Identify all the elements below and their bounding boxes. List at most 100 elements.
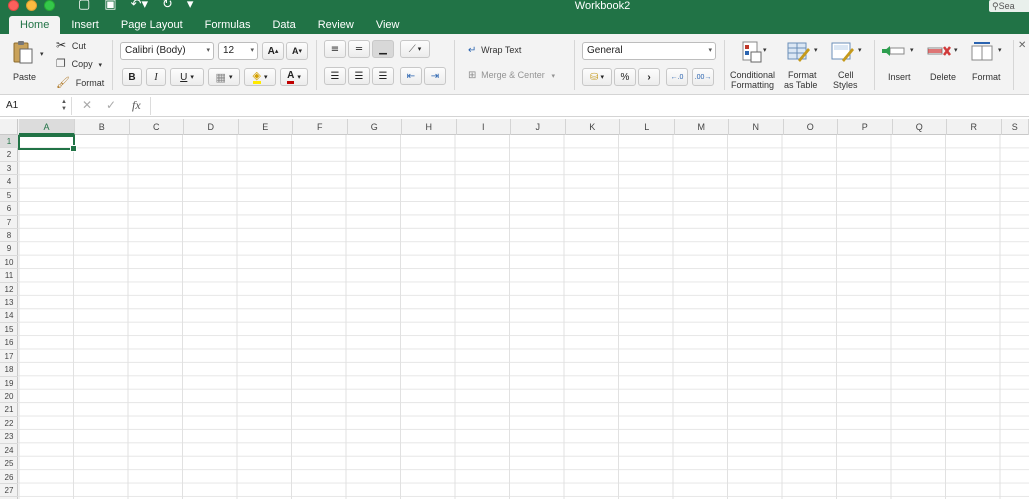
row-header-26[interactable]: 26 xyxy=(0,471,18,484)
insert-cells-button[interactable]: ▾ Insert xyxy=(880,38,920,88)
increase-indent-button[interactable]: ⇥ xyxy=(424,67,446,85)
decrease-indent-button[interactable]: ⇤ xyxy=(400,67,422,85)
paste-dropdown-icon[interactable]: ▾ xyxy=(40,50,44,58)
name-box-spinner-icon[interactable]: ▲ ▼ xyxy=(61,99,67,113)
tab-review[interactable]: Review xyxy=(307,16,365,34)
row-header-2[interactable]: 2 xyxy=(0,148,18,162)
column-header-g[interactable]: G xyxy=(348,119,402,135)
row-header-21[interactable]: 21 xyxy=(0,403,18,417)
row-header-3[interactable]: 3 xyxy=(0,162,18,176)
align-center-button[interactable]: ☰ xyxy=(348,67,370,85)
bold-button[interactable]: B xyxy=(122,68,142,86)
increase-decimal-button[interactable]: ←.0 xyxy=(666,68,688,86)
row-header-27[interactable]: 27 xyxy=(0,484,18,498)
borders-button[interactable]: ▦ ▾ xyxy=(208,68,240,86)
cell-area[interactable] xyxy=(18,135,1029,499)
column-header-s[interactable]: S xyxy=(1002,119,1029,135)
formula-input[interactable] xyxy=(150,97,1029,115)
row-header-19[interactable]: 19 xyxy=(0,377,18,390)
comma-style-button[interactable]: › xyxy=(638,68,660,86)
italic-button[interactable]: I xyxy=(146,68,166,86)
row-header-6[interactable]: 6 xyxy=(0,202,18,216)
row-header-22[interactable]: 22 xyxy=(0,417,18,431)
column-header-a[interactable]: A xyxy=(19,119,75,135)
column-header-f[interactable]: F xyxy=(293,119,348,135)
orientation-button[interactable]: ⟋ ▾ xyxy=(400,40,430,58)
align-bottom-button[interactable]: ▁ xyxy=(372,40,394,58)
row-header-12[interactable]: 12 xyxy=(0,283,18,297)
paste-button[interactable]: Paste ▾ xyxy=(8,38,48,90)
row-header-16[interactable]: 16 xyxy=(0,336,18,350)
merge-center-button[interactable]: ⊞ Merge & Center ▾ xyxy=(468,70,555,81)
decrease-decimal-button[interactable]: .00→ xyxy=(692,68,714,86)
align-left-button[interactable]: ☰ xyxy=(324,67,346,85)
column-header-b[interactable]: B xyxy=(75,119,130,135)
format-cells-button[interactable]: ▾ Format xyxy=(968,38,1008,88)
format-painter-button[interactable]: 🖌 Format xyxy=(56,76,104,89)
row-header-5[interactable]: 5 xyxy=(0,189,18,203)
column-header-j[interactable]: J xyxy=(511,119,566,135)
row-header-1[interactable]: 1 xyxy=(0,135,18,149)
row-header-20[interactable]: 20 xyxy=(0,390,18,404)
row-header-25[interactable]: 25 xyxy=(0,457,18,471)
row-header-24[interactable]: 24 xyxy=(0,444,18,458)
column-header-d[interactable]: D xyxy=(184,119,239,135)
align-right-button[interactable]: ☰ xyxy=(372,67,394,85)
spreadsheet-grid[interactable]: ABCDEFGHIJKLMNOPQRS 1 2 3 4 5 6 7 8 9 10 11 12 13 14 1… xyxy=(0,119,1029,499)
tab-page-layout[interactable]: Page Layout xyxy=(110,16,194,34)
copy-dropdown-icon[interactable]: ▾ xyxy=(98,62,102,69)
tab-view[interactable]: View xyxy=(365,16,411,34)
row-header-17[interactable]: 17 xyxy=(0,350,18,364)
conditional-formatting-button[interactable]: ▾ Conditional Formatting xyxy=(730,38,780,94)
cancel-entry-icon[interactable]: ✕ xyxy=(82,98,92,112)
column-header-m[interactable]: M xyxy=(675,119,729,135)
column-header-n[interactable]: N xyxy=(729,119,784,135)
row-header-14[interactable]: 14 xyxy=(0,309,18,323)
tab-insert[interactable]: Insert xyxy=(60,16,110,34)
search-input[interactable]: ⚲Sea xyxy=(989,0,1029,12)
cell-styles-button[interactable]: ▾ Cell Styles xyxy=(828,38,868,94)
insert-function-icon[interactable]: fx xyxy=(132,98,141,113)
select-all-button[interactable] xyxy=(0,119,18,135)
delete-cells-button[interactable]: ▾ Delete xyxy=(924,38,964,88)
row-header-13[interactable]: 13 xyxy=(0,296,18,310)
active-cell-a1[interactable] xyxy=(18,135,77,152)
column-header-c[interactable]: C xyxy=(130,119,184,135)
align-middle-button[interactable]: ═ xyxy=(348,40,370,58)
percent-style-button[interactable]: % xyxy=(614,68,636,86)
row-header-10[interactable]: 10 xyxy=(0,256,18,270)
column-header-h[interactable]: H xyxy=(402,119,457,135)
font-color-button[interactable]: A ▾ xyxy=(280,68,308,86)
wrap-text-button[interactable]: ↵ Wrap Text xyxy=(468,45,521,56)
row-header-18[interactable]: 18 xyxy=(0,363,18,377)
row-header-15[interactable]: 15 xyxy=(0,323,18,337)
row-header-23[interactable]: 23 xyxy=(0,430,18,444)
column-header-q[interactable]: Q xyxy=(893,119,947,135)
row-header-4[interactable]: 4 xyxy=(0,175,18,189)
row-header-9[interactable]: 9 xyxy=(0,242,18,256)
accounting-format-button[interactable]: ⛁ ▾ xyxy=(582,68,612,86)
column-header-o[interactable]: O xyxy=(784,119,838,135)
confirm-entry-icon[interactable]: ✓ xyxy=(106,98,116,112)
align-top-button[interactable]: ≡ xyxy=(324,40,346,58)
column-header-k[interactable]: K xyxy=(566,119,620,135)
row-header-11[interactable]: 11 xyxy=(0,269,18,283)
column-header-e[interactable]: E xyxy=(239,119,293,135)
copy-button[interactable]: ❐ Copy ▾ xyxy=(56,57,102,70)
font-name-dropdown[interactable]: Calibri (Body) ▾ xyxy=(120,42,214,60)
font-size-dropdown[interactable]: 12 ▾ xyxy=(218,42,258,60)
row-header-7[interactable]: 7 xyxy=(0,216,18,229)
cut-button[interactable]: ✂ Cut xyxy=(56,38,86,52)
tab-data[interactable]: Data xyxy=(261,16,306,34)
number-format-dropdown[interactable]: General ▾ xyxy=(582,42,716,60)
tab-home[interactable]: Home xyxy=(9,16,61,34)
row-header-8[interactable]: 8 xyxy=(0,229,18,243)
column-header-i[interactable]: I xyxy=(457,119,511,135)
underline-button[interactable]: U ▾ xyxy=(170,68,204,86)
fill-color-button[interactable]: ◈ ▾ xyxy=(244,68,276,86)
column-header-r[interactable]: R xyxy=(947,119,1002,135)
more-ribbon-icon[interactable]: ✕ xyxy=(1018,40,1026,51)
tab-formulas[interactable]: Formulas xyxy=(194,16,262,34)
name-box[interactable]: A1 ▲ ▼ xyxy=(0,97,72,115)
format-as-table-button[interactable]: ▾ Format as Table xyxy=(784,38,824,94)
